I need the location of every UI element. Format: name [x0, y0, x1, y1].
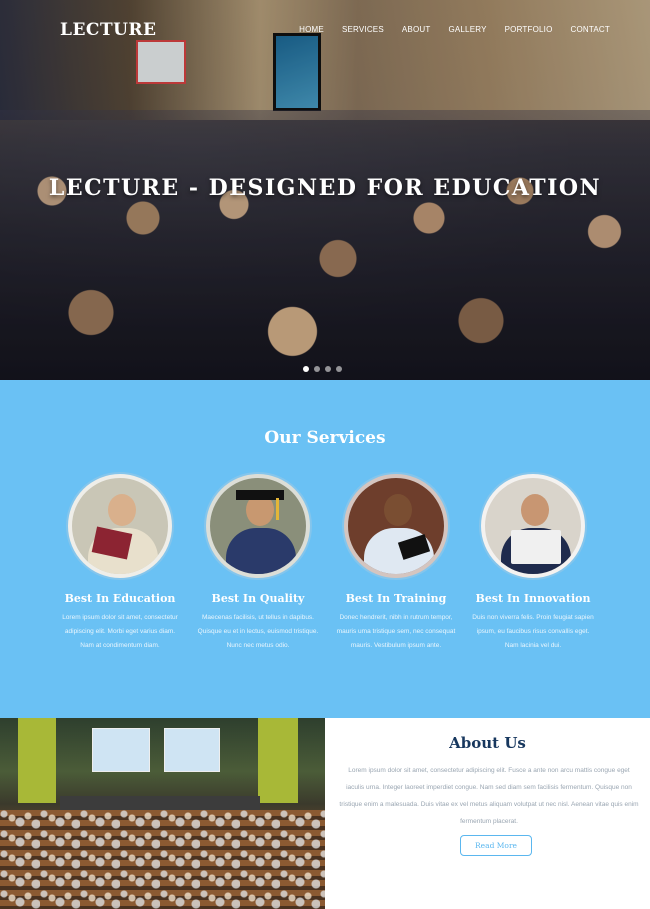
nav-home[interactable]: HOME: [299, 25, 324, 34]
nav-about[interactable]: ABOUT: [402, 25, 431, 34]
hero-section: LECTURE HOME SERVICES ABOUT GALLERY PORT…: [0, 0, 650, 380]
service-card-quality: Best In Quality Maecenas facilisis, ut t…: [193, 474, 323, 653]
service-image-quality: [206, 474, 310, 578]
service-image-innovation: [481, 474, 585, 578]
about-section: About Us Lorem ipsum dolor sit amet, con…: [325, 718, 650, 909]
service-text: Duis non viverra felis. Proin feugiat sa…: [472, 614, 594, 649]
service-title: Best In Training: [345, 592, 447, 605]
services-section: Our Services Best In Education Lorem ips…: [0, 380, 650, 718]
slider-dot-2[interactable]: [314, 366, 320, 372]
nav-gallery[interactable]: GALLERY: [448, 25, 486, 34]
slider-dots: [303, 366, 342, 372]
site-logo[interactable]: LECTURE: [60, 20, 157, 40]
nav-contact[interactable]: CONTACT: [571, 25, 610, 34]
hero-title: LECTURE - DESIGNED FOR EDUCATION: [48, 175, 602, 201]
main-nav: HOME SERVICES ABOUT GALLERY PORTFOLIO CO…: [281, 25, 610, 34]
service-image-training: [344, 474, 448, 578]
about-text: Lorem ipsum dolor sit amet, consectetur …: [339, 767, 639, 825]
service-card-innovation: Best In Innovation Duis non viverra feli…: [468, 474, 598, 653]
services-title: Our Services: [264, 428, 386, 448]
service-title: Best In Innovation: [475, 592, 591, 605]
nav-services[interactable]: SERVICES: [342, 25, 384, 34]
service-text: Maecenas facilisis, ut tellus in dapibus…: [197, 614, 319, 649]
slider-dot-1[interactable]: [303, 366, 309, 372]
service-text: Donec hendrerit, nibh in rutrum tempor, …: [336, 614, 456, 649]
about-title: About Us: [449, 734, 526, 752]
read-more-button[interactable]: Read More: [460, 835, 532, 856]
service-text: Lorem ipsum dolor sit amet, consectetur …: [62, 614, 178, 649]
slider-dot-3[interactable]: [325, 366, 331, 372]
service-image-education: [68, 474, 172, 578]
service-title: Best In Education: [64, 592, 176, 605]
service-title: Best In Quality: [211, 592, 305, 605]
service-card-training: Best In Training Donec hendrerit, nibh i…: [331, 474, 461, 653]
nav-portfolio[interactable]: PORTFOLIO: [505, 25, 553, 34]
service-card-education: Best In Education Lorem ipsum dolor sit …: [55, 474, 185, 653]
slider-dot-4[interactable]: [336, 366, 342, 372]
about-lecture-hall-image: [0, 718, 325, 909]
